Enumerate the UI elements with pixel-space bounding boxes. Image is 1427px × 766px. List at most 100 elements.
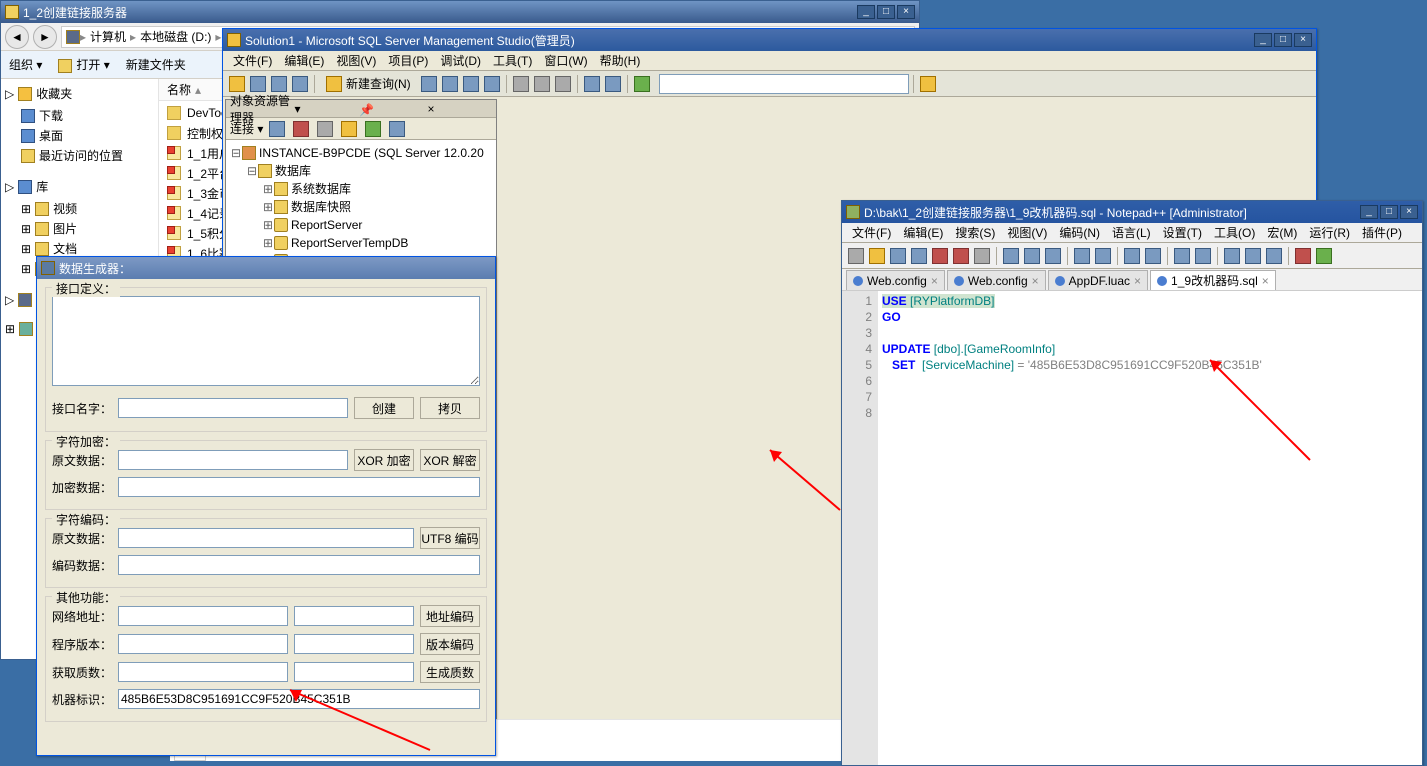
- disconnect-icon[interactable]: [291, 119, 311, 139]
- prime-out-input[interactable]: [294, 662, 414, 682]
- crumb-drive[interactable]: 本地磁盘 (D:): [136, 28, 215, 45]
- npp-titlebar[interactable]: D:\bak\1_2创建链接服务器\1_9改机器码.sql - Notepad+…: [842, 201, 1422, 223]
- encrypted-input[interactable]: [118, 477, 480, 497]
- menu-language[interactable]: 语言(L): [1106, 222, 1157, 243]
- zoomin-icon[interactable]: [1172, 246, 1192, 266]
- libraries-header[interactable]: 库: [36, 178, 48, 195]
- menu-file[interactable]: 文件(F): [227, 50, 278, 71]
- showall-icon[interactable]: [1243, 246, 1263, 266]
- connect-icon[interactable]: [267, 119, 287, 139]
- lib-pictures[interactable]: ⊞图片: [5, 219, 154, 239]
- menu-macro[interactable]: 宏(M): [1261, 222, 1303, 243]
- prime-button[interactable]: 生成质数: [420, 661, 480, 683]
- save-icon[interactable]: [888, 246, 908, 266]
- editor-tab[interactable]: 1_9改机器码.sql×: [1150, 270, 1276, 290]
- new-query-button[interactable]: 新建查询(N): [319, 74, 418, 94]
- db-reportservertemp[interactable]: ReportServerTempDB: [291, 234, 408, 252]
- close-icon[interactable]: [930, 246, 950, 266]
- xor-decrypt-button[interactable]: XOR 解密: [420, 449, 480, 471]
- expand-icon[interactable]: ⊟: [246, 162, 258, 180]
- menu-tools[interactable]: 工具(O): [1208, 222, 1261, 243]
- menu-project[interactable]: 项目(P): [382, 50, 434, 71]
- lib-videos[interactable]: ⊞视频: [5, 199, 154, 219]
- ssms-titlebar[interactable]: Solution1 - Microsoft SQL Server Managem…: [223, 29, 1316, 51]
- wordwrap-icon[interactable]: [1222, 246, 1242, 266]
- copy-icon[interactable]: [532, 74, 552, 94]
- tab-close-icon[interactable]: ×: [1262, 274, 1269, 288]
- utf8-button[interactable]: UTF8 编码: [420, 527, 480, 549]
- favorites-header[interactable]: 收藏夹: [36, 85, 72, 102]
- find-icon[interactable]: [1122, 246, 1142, 266]
- filter-icon[interactable]: [339, 119, 359, 139]
- menu-view[interactable]: 视图(V): [330, 50, 382, 71]
- forward-button[interactable]: ►: [33, 25, 57, 49]
- menu-settings[interactable]: 设置(T): [1157, 222, 1208, 243]
- maximize-button[interactable]: □: [1380, 205, 1398, 219]
- organize-button[interactable]: 组织 ▾: [9, 56, 42, 73]
- stop-icon[interactable]: [315, 119, 335, 139]
- undo-icon[interactable]: [582, 74, 602, 94]
- xor-encrypt-button[interactable]: XOR 加密: [354, 449, 414, 471]
- play-icon[interactable]: [1314, 246, 1334, 266]
- copy-button[interactable]: 拷贝: [420, 397, 480, 419]
- minimize-button[interactable]: _: [1360, 205, 1378, 219]
- prime-input[interactable]: [118, 662, 288, 682]
- print-icon[interactable]: [972, 246, 992, 266]
- editor-tab[interactable]: Web.config×: [947, 270, 1046, 290]
- replace-icon[interactable]: [1143, 246, 1163, 266]
- version-out-input[interactable]: [294, 634, 414, 654]
- execute-icon[interactable]: [632, 74, 652, 94]
- database-dropdown[interactable]: [659, 74, 909, 94]
- editor-tab[interactable]: AppDF.luac×: [1048, 270, 1148, 290]
- indent-icon[interactable]: [1264, 246, 1284, 266]
- open-icon[interactable]: [867, 246, 887, 266]
- open-icon[interactable]: [248, 74, 268, 94]
- menu-file[interactable]: 文件(F): [846, 222, 897, 243]
- minimize-button[interactable]: _: [1254, 33, 1272, 47]
- redo-icon[interactable]: [603, 74, 623, 94]
- back-button[interactable]: ◄: [5, 25, 29, 49]
- pin-icon[interactable]: 📌: [359, 103, 424, 115]
- minimize-button[interactable]: _: [857, 5, 875, 19]
- expand-icon[interactable]: ⊟: [230, 144, 242, 162]
- version-encode-button[interactable]: 版本编码: [420, 633, 480, 655]
- cut-icon[interactable]: [1001, 246, 1021, 266]
- tab-close-icon[interactable]: ×: [1134, 274, 1141, 288]
- analysis-query-icon[interactable]: [440, 74, 460, 94]
- dropdown-icon[interactable]: ▾: [295, 102, 360, 116]
- mdx-query-icon[interactable]: [461, 74, 481, 94]
- tab-close-icon[interactable]: ×: [931, 274, 938, 288]
- save-all-icon[interactable]: [290, 74, 310, 94]
- code-area[interactable]: USE [RYPlatformDB] GO UPDATE [dbo].[Game…: [878, 291, 1422, 765]
- paste-icon[interactable]: [1043, 246, 1063, 266]
- server-node[interactable]: INSTANCE-B9PCDE (SQL Server 12.0.20: [259, 144, 484, 162]
- menu-help[interactable]: 帮助(H): [594, 50, 647, 71]
- menu-view[interactable]: 视图(V): [1001, 222, 1053, 243]
- new-icon[interactable]: [846, 246, 866, 266]
- name-input[interactable]: [118, 398, 348, 418]
- plain2-input[interactable]: [118, 528, 414, 548]
- redo-icon[interactable]: [1093, 246, 1113, 266]
- newfolder-button[interactable]: 新建文件夹: [126, 56, 186, 73]
- db-engine-query-icon[interactable]: [419, 74, 439, 94]
- menu-debug[interactable]: 调试(D): [434, 50, 487, 71]
- close-button[interactable]: ×: [1294, 33, 1312, 47]
- menu-run[interactable]: 运行(R): [1303, 222, 1356, 243]
- connect-dropdown[interactable]: 连接 ▾: [230, 120, 263, 137]
- open-button[interactable]: 打开 ▾: [58, 56, 109, 73]
- url-out-input[interactable]: [294, 606, 414, 626]
- fav-desktop[interactable]: 桌面: [5, 126, 154, 146]
- menu-search[interactable]: 搜索(S): [949, 222, 1001, 243]
- close-button[interactable]: ×: [897, 5, 915, 19]
- encoded-input[interactable]: [118, 555, 480, 575]
- col-name[interactable]: 名称: [167, 81, 191, 98]
- menu-encoding[interactable]: 编码(N): [1053, 222, 1106, 243]
- cut-icon[interactable]: [511, 74, 531, 94]
- interface-textarea[interactable]: [52, 296, 480, 386]
- editor-tab[interactable]: Web.config×: [846, 270, 945, 290]
- version-input[interactable]: [118, 634, 288, 654]
- url-encode-button[interactable]: 地址编码: [420, 605, 480, 627]
- copy-icon[interactable]: [1022, 246, 1042, 266]
- expand-icon[interactable]: ⊞: [262, 198, 274, 216]
- saveall-icon[interactable]: [909, 246, 929, 266]
